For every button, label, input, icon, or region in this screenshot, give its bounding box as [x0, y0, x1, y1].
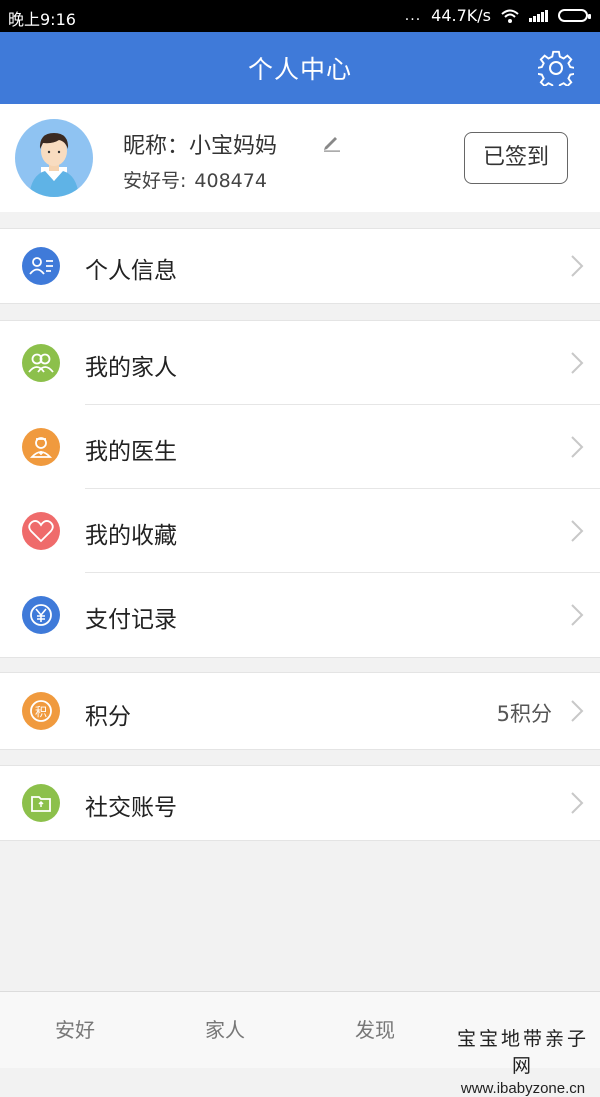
battery-icon: [558, 9, 591, 22]
account-label: 安好号:: [123, 170, 187, 192]
menu-label: 我的收藏: [85, 523, 177, 549]
gear-icon[interactable]: [538, 50, 574, 86]
tab-discover[interactable]: 发现: [300, 992, 450, 1068]
menu-label: 我的家人: [85, 355, 177, 381]
people-icon: [22, 344, 60, 382]
nickname: 昵称：小宝妈妈: [123, 134, 278, 159]
id-card-icon: [22, 247, 60, 285]
network-speed: 44.7K/s: [431, 6, 491, 25]
chevron-right-icon: [571, 792, 584, 814]
points-value: 5积分: [496, 702, 552, 726]
menu-label: 个人信息: [85, 258, 177, 284]
more-dots: ...: [404, 7, 422, 24]
chevron-right-icon: [571, 520, 584, 542]
signal-icon: [529, 9, 548, 22]
doctor-icon: [22, 428, 60, 466]
menu-item-favorites[interactable]: 我的收藏: [0, 489, 600, 573]
heart-icon: [22, 512, 60, 550]
watermark-title: 宝宝地带亲子网: [456, 1028, 589, 1077]
menu-label: 我的医生: [85, 439, 177, 465]
account-id: 安好号: 408474: [123, 166, 267, 193]
header-bar: 个人中心: [0, 32, 600, 104]
folder-icon: [22, 784, 60, 822]
menu-item-social[interactable]: 社交账号: [0, 766, 600, 840]
yen-icon: [22, 596, 60, 634]
avatar[interactable]: [15, 119, 93, 197]
menu-label: 支付记录: [85, 607, 177, 633]
status-bar: 晚上9:16 ... 44.7K/s: [0, 0, 600, 32]
menu-item-payments[interactable]: 支付记录: [0, 573, 600, 657]
menu-group-main: 我的家人 我的医生 我的收藏 支付记录: [0, 320, 600, 658]
edit-pencil-icon[interactable]: [322, 132, 342, 152]
menu-group-points: 积 积分 5积分: [0, 672, 600, 750]
watermark-url: www.ibabyzone.cn: [460, 1080, 586, 1097]
menu-label: 社交账号: [85, 795, 177, 821]
chevron-right-icon: [571, 604, 584, 626]
menu-group-info: 个人信息: [0, 228, 600, 304]
svg-text:积: 积: [35, 705, 47, 719]
chevron-right-icon: [571, 255, 584, 277]
menu-label: 积分: [85, 704, 131, 730]
signin-button[interactable]: 已签到: [464, 132, 568, 184]
tab-family[interactable]: 家人: [150, 992, 300, 1068]
menu-group-social: 社交账号: [0, 765, 600, 841]
wifi-icon: [501, 9, 519, 23]
chevron-right-icon: [571, 700, 584, 722]
menu-item-family[interactable]: 我的家人: [0, 321, 600, 405]
watermark: 宝宝地带亲子网 www.ibabyzone.cn: [448, 1024, 598, 1097]
tab-anhao[interactable]: 安好: [0, 992, 150, 1068]
profile-card: 昵称：小宝妈妈 安好号: 408474 已签到: [0, 104, 600, 212]
clock: 晚上9:16: [8, 10, 76, 29]
chevron-right-icon: [571, 352, 584, 374]
account-number: 408474: [194, 170, 267, 192]
menu-item-doctor[interactable]: 我的医生: [0, 405, 600, 489]
points-icon: 积: [22, 692, 60, 730]
chevron-right-icon: [571, 436, 584, 458]
page-title: 个人中心: [247, 55, 352, 84]
menu-item-points[interactable]: 积 积分 5积分: [0, 673, 600, 749]
menu-item-personal-info[interactable]: 个人信息: [0, 229, 600, 303]
